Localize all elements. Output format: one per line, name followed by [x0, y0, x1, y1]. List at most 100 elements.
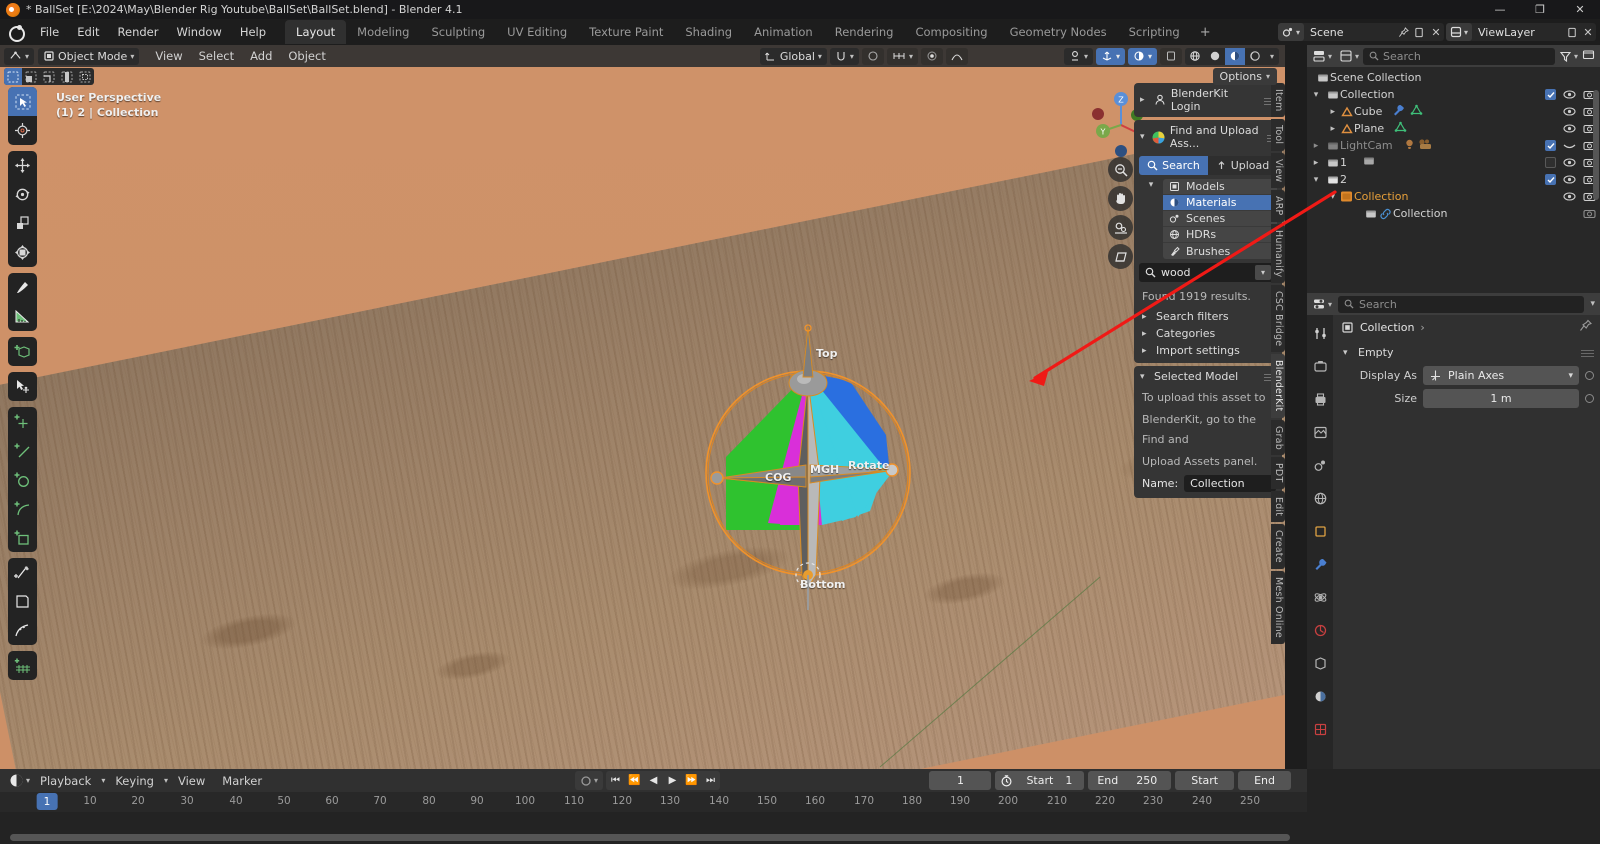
visibility-dropdown[interactable]: ▾ — [1063, 47, 1093, 65]
3d-viewport[interactable]: User Perspective (1) 2 | Collection Top … — [0, 67, 1285, 769]
category-hdrs[interactable]: HDRs — [1163, 227, 1277, 243]
empty-panel-header[interactable]: ▾ Empty — [1343, 343, 1594, 362]
viewport-menu-select[interactable]: Select — [191, 47, 242, 65]
menu-help[interactable]: Help — [231, 22, 275, 42]
blenderkit-search-input[interactable]: wood ▾ — [1139, 263, 1277, 282]
select-mode-set-button[interactable] — [4, 68, 22, 85]
display-as-dropdown[interactable]: Plain Axes ▾ — [1423, 366, 1579, 385]
start-frame-value[interactable]: 1 — [1061, 774, 1084, 787]
expand-toggle-icon[interactable]: ▾ — [1307, 175, 1325, 185]
outliner-row-1[interactable]: ▸ 1 — [1307, 154, 1600, 171]
tool-add-empty[interactable] — [8, 407, 37, 436]
outliner-row-lightcam[interactable]: ▸ LightCam — [1307, 137, 1600, 154]
preview-end-button[interactable]: End — [1238, 771, 1291, 790]
timeline-menu-keying[interactable]: Keying — [108, 772, 161, 790]
section-search-filters[interactable]: ▸ Search filters — [1134, 308, 1282, 325]
tab-render-properties[interactable] — [1310, 356, 1330, 376]
vtab-view[interactable]: View — [1271, 152, 1285, 189]
pan-hand-icon[interactable] — [1108, 186, 1133, 211]
maximize-button[interactable]: ❐ — [1520, 0, 1560, 19]
snap-during-transform-icon[interactable] — [920, 47, 943, 65]
tool-add-cube[interactable] — [8, 337, 37, 366]
vtab-csc-bridge[interactable]: CSC Bridge — [1271, 284, 1285, 353]
vtab-blenderkit[interactable]: BlenderKit — [1271, 354, 1285, 418]
tab-material-properties[interactable] — [1310, 686, 1330, 706]
shading-rendered-button[interactable] — [1245, 48, 1265, 65]
checkbox-enable[interactable] — [1545, 89, 1556, 100]
zoom-icon[interactable] — [1108, 157, 1133, 182]
jump-prev-keyframe-button[interactable]: ⏪ — [625, 771, 644, 790]
tool-move[interactable] — [8, 151, 37, 180]
overlays-toggle-button[interactable]: ▾ — [1127, 47, 1157, 65]
pin-properties-icon[interactable] — [1579, 319, 1592, 335]
light-icon[interactable] — [1403, 138, 1416, 154]
outliner-editor[interactable]: ▾ ▾ Search ▾ Scene Collection ▾ Collecti… — [1307, 45, 1600, 293]
outliner-row-collection[interactable]: ▾ Collection — [1307, 86, 1600, 103]
vtab-edit[interactable]: Edit — [1271, 490, 1285, 523]
outliner-filter-button[interactable]: ▾ — [1559, 50, 1578, 63]
tool-shape[interactable] — [8, 587, 37, 616]
tab-physics-properties[interactable] — [1310, 587, 1330, 607]
toggle-perspective-icon[interactable] — [1108, 244, 1133, 269]
tool-move-tweak[interactable] — [8, 372, 37, 401]
tab-rendering[interactable]: Rendering — [824, 20, 905, 44]
current-frame-field[interactable]: 1 — [929, 771, 992, 790]
tab-compositing[interactable]: Compositing — [904, 20, 998, 44]
tab-shading[interactable]: Shading — [674, 20, 743, 44]
tool-tweak-select[interactable] — [8, 87, 37, 116]
transform-orientation-dropdown[interactable]: Global ▾ — [759, 47, 827, 65]
tool-add-rectangle[interactable] — [8, 523, 37, 552]
tab-upload[interactable]: Upload — [1208, 156, 1277, 175]
editor-type-button[interactable]: ▾ — [4, 47, 35, 65]
vtab-mesh-online[interactable]: Mesh Online — [1271, 570, 1285, 644]
tab-scripting[interactable]: Scripting — [1118, 20, 1191, 44]
blender-menu-icon[interactable] — [8, 25, 25, 42]
preview-start-button[interactable]: Start — [1175, 771, 1235, 790]
camera-object-icon[interactable] — [1418, 138, 1433, 154]
timeline-menu-marker[interactable]: Marker — [215, 772, 269, 790]
expand-toggle-icon[interactable]: ▸ — [1307, 141, 1325, 151]
snap-toggle-button[interactable]: ▾ — [829, 47, 859, 65]
tool-rotate[interactable] — [8, 180, 37, 209]
outliner-row-scene-collection[interactable]: Scene Collection — [1307, 69, 1600, 86]
timeline-menu-playback[interactable]: Playback — [33, 772, 98, 790]
category-collapse-icon[interactable]: ▾ — [1149, 180, 1154, 190]
mesh-data-icon[interactable] — [1410, 104, 1423, 120]
tool-curve[interactable] — [8, 616, 37, 645]
viewport-menu-add[interactable]: Add — [242, 47, 280, 65]
properties-options-icon[interactable]: ▾ — [1590, 299, 1595, 309]
tab-sculpting[interactable]: Sculpting — [420, 20, 496, 44]
menu-window[interactable]: Window — [167, 22, 230, 42]
vtab-grab[interactable]: Grab — [1271, 419, 1285, 456]
category-models[interactable]: Models — [1163, 179, 1277, 195]
chevron-right-icon[interactable]: ▸ — [1140, 95, 1149, 105]
auto-keying-button[interactable]: ▾ — [575, 771, 604, 790]
timeline-menu-view[interactable]: View — [171, 772, 212, 790]
animate-size-dot[interactable] — [1585, 394, 1594, 403]
tab-tool-properties[interactable] — [1310, 323, 1330, 343]
object-mode-dropdown[interactable]: Object Mode ▾ — [38, 47, 140, 65]
checkbox-enable[interactable] — [1545, 140, 1556, 151]
tab-object-properties[interactable] — [1310, 521, 1330, 541]
minimize-button[interactable]: — — [1480, 0, 1520, 19]
vtab-pdt[interactable]: PDT — [1271, 457, 1285, 489]
tool-scale[interactable] — [8, 209, 37, 238]
xray-toggle-button[interactable] — [1160, 47, 1182, 65]
pin-scene-icon[interactable] — [1396, 23, 1412, 41]
panel-grip-icon-empty[interactable] — [1581, 348, 1594, 357]
play-reverse-button[interactable]: ◀ — [644, 771, 663, 790]
nested-collection-icon[interactable] — [1363, 155, 1375, 170]
expand-toggle-icon[interactable]: ▸ — [1307, 158, 1325, 168]
outliner-row-collection-selected[interactable]: ▾ Collection — [1307, 188, 1600, 205]
search-history-icon[interactable]: ▾ — [1255, 265, 1271, 280]
tool-add-circle[interactable] — [8, 465, 37, 494]
tab-animation[interactable]: Animation — [743, 20, 824, 44]
tool-measure[interactable] — [8, 302, 37, 331]
add-workspace-button[interactable]: + — [1191, 22, 1220, 43]
menu-edit[interactable]: Edit — [68, 22, 108, 42]
tab-layout[interactable]: Layout — [285, 20, 347, 44]
vtab-tool[interactable]: Tool — [1271, 119, 1285, 151]
shading-solid-button[interactable] — [1205, 48, 1225, 65]
select-mode-subtract-button[interactable] — [40, 68, 58, 85]
select-mode-extend-button[interactable] — [22, 68, 40, 85]
